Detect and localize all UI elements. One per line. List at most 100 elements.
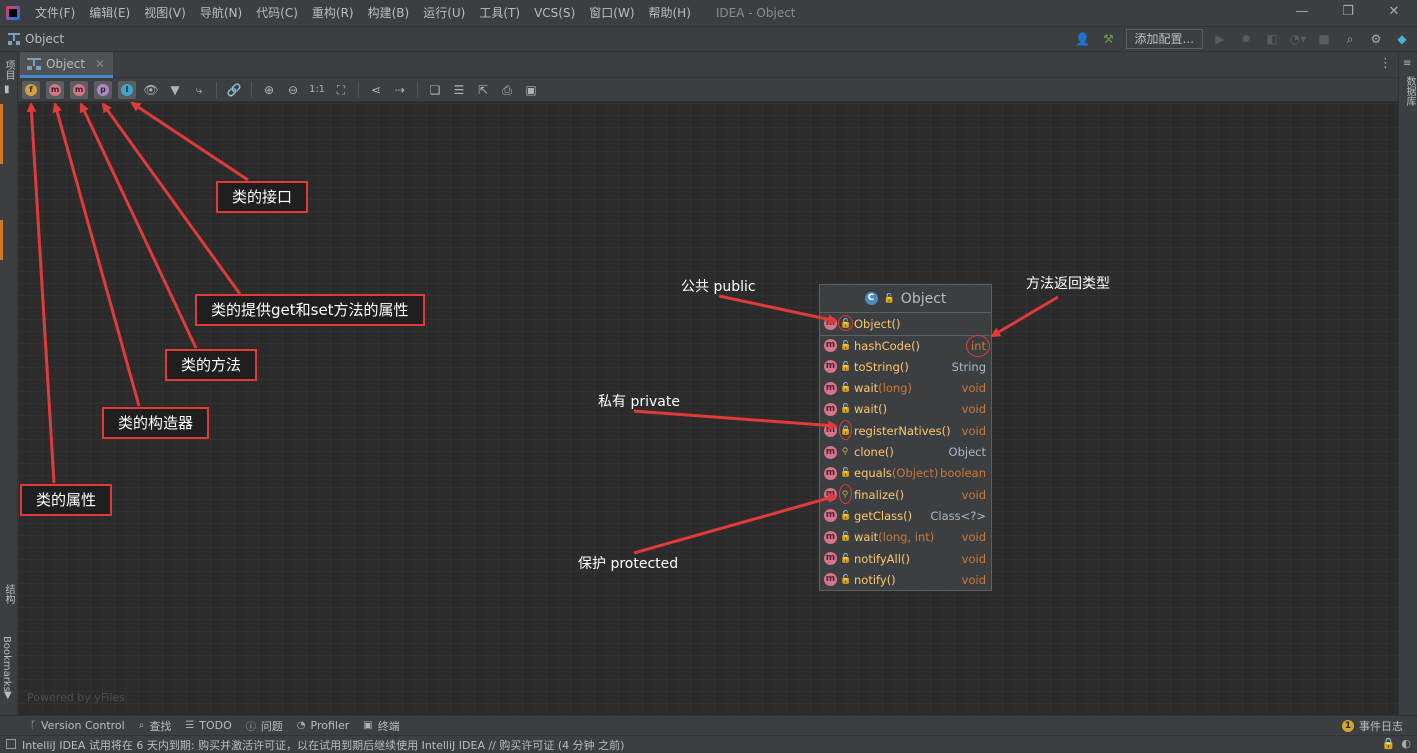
property-icon: p [97, 83, 109, 96]
actual-size-button[interactable]: 1:1 [308, 81, 326, 99]
status-message[interactable]: IntelliJ IDEA 试用将在 6 天内到期: 购买并激活许可证，以在试用… [22, 737, 624, 753]
method-row[interactable]: m ⚲ clone() Object [820, 442, 991, 463]
export-icon[interactable]: ☰ [450, 81, 468, 99]
menu-help[interactable]: 帮助(H) [642, 0, 698, 26]
version-control-tab[interactable]: ᚴ Version Control [30, 719, 125, 732]
lock-icon[interactable]: 🔒 [1382, 737, 1396, 750]
menu-view[interactable]: 视图(V) [137, 0, 193, 26]
method-signature: wait(long) [854, 381, 912, 395]
menu-edit[interactable]: 编辑(E) [82, 0, 137, 26]
filter-icon[interactable]: ▼ [166, 81, 184, 99]
copy-diagram-icon[interactable]: ❏ [426, 81, 444, 99]
method-icon: m [824, 402, 837, 416]
toggle-properties[interactable]: p [94, 80, 112, 99]
minimize-icon[interactable]: — [1279, 0, 1325, 26]
menu-window[interactable]: 窗口(W) [582, 0, 641, 26]
add-configuration-button[interactable]: 添加配置... [1125, 29, 1203, 49]
folder-icon[interactable]: ▮ [4, 84, 10, 95]
method-row[interactable]: m 🔓 wait() void [820, 399, 991, 420]
debug-icon[interactable]: ✹ [1237, 30, 1255, 48]
method-signature: finalize() [854, 488, 904, 502]
menu-build[interactable]: 构建(B) [361, 0, 417, 26]
diagram-icon [8, 33, 20, 45]
return-type: void [961, 530, 986, 545]
menu-code[interactable]: 代码(C) [249, 0, 305, 26]
toolbox-icon[interactable]: ◆ [1393, 30, 1411, 48]
method-row[interactable]: m 🔓 wait(long) void [820, 378, 991, 399]
tab-close-icon[interactable]: ✕ [95, 57, 105, 71]
apply-layout-icon[interactable]: ⇢ [391, 81, 409, 99]
profiler-tab[interactable]: ◔ Profiler [297, 719, 349, 732]
memory-icon[interactable]: ◐ [1401, 737, 1411, 750]
profile-icon[interactable]: ◔▾ [1289, 30, 1307, 48]
method-row[interactable]: m 🔓 equals(Object) boolean [820, 463, 991, 484]
layout-icon[interactable]: ⋖ [367, 81, 385, 99]
edge-route-icon[interactable]: ⤷ [190, 81, 208, 99]
toggle-constructors[interactable]: m [46, 80, 64, 99]
zoom-in-icon[interactable]: ⊕ [260, 81, 278, 99]
method-signature: notifyAll() [854, 552, 910, 566]
method-row[interactable]: m 🔓 toString() String [820, 356, 991, 377]
toggle-methods[interactable]: m [70, 80, 88, 99]
structure-tool-label[interactable]: 结构 [1, 584, 16, 604]
database-tool-label[interactable]: 数据库 [1402, 76, 1417, 106]
menu-run[interactable]: 运行(U) [416, 0, 472, 26]
save-icon[interactable]: ▣ [522, 81, 540, 99]
run-icon[interactable]: ▶ [1211, 30, 1229, 48]
find-tab[interactable]: ⌕ 查找 [139, 718, 172, 734]
method-icon: m [824, 488, 837, 502]
menu-refactor[interactable]: 重构(R) [305, 0, 361, 26]
breadcrumb[interactable]: Object [25, 32, 64, 46]
toggle-inner-classes[interactable]: I [118, 80, 136, 99]
status-toggle-icon[interactable] [6, 739, 16, 749]
method-icon: m [824, 573, 837, 587]
settings-gear-icon[interactable]: ⚙ [1367, 30, 1385, 48]
zoom-out-icon[interactable]: ⊖ [284, 81, 302, 99]
database-icon[interactable]: ≡ [1403, 58, 1411, 69]
method-name: notify [854, 572, 887, 587]
toggle-fields[interactable]: f [22, 80, 40, 99]
return-type: Object [948, 445, 986, 459]
coverage-icon[interactable]: ◧ [1263, 30, 1281, 48]
link-icon[interactable]: 🔗 [225, 81, 243, 99]
diagram-icon [27, 58, 41, 70]
user-icon[interactable]: 👤▾ [1074, 30, 1092, 64]
print-icon[interactable]: ⎙ [498, 81, 516, 99]
open-external-icon[interactable]: ⇱ [474, 81, 492, 99]
method-signature: equals(Object) [854, 466, 938, 480]
tab-object[interactable]: Object ✕ [20, 52, 113, 78]
stop-icon[interactable]: ■ [1315, 30, 1333, 48]
menu-vcs[interactable]: VCS(S) [527, 0, 582, 26]
annotation-field: 类的属性 [20, 484, 113, 516]
restore-icon[interactable]: ❐ [1325, 0, 1371, 26]
terminal-tab[interactable]: ▣ 终端 [363, 718, 399, 734]
todo-tab[interactable]: ☰ TODO [185, 719, 231, 732]
method-name: wait [854, 530, 879, 545]
method-icon: m [824, 424, 837, 438]
menu-navigate[interactable]: 导航(N) [193, 0, 249, 26]
bookmark-icon[interactable]: ▼ [4, 690, 12, 701]
method-signature: hashCode() [854, 339, 920, 353]
menu-file[interactable]: 文件(F) [28, 0, 82, 26]
method-row[interactable]: m 🔓 wait(long, int) void [820, 527, 991, 548]
event-log-tab[interactable]: 1 事件日志 [1342, 718, 1403, 734]
project-tool-label[interactable]: 项目 [1, 60, 16, 80]
public-icon: 🔓 [840, 510, 852, 521]
method-params: () [899, 359, 909, 374]
run-toolbar: 👤▾ ⚒ 添加配置... ▶ ✹ ◧ ◔▾ ■ ⌕ ⚙ ◆ [1074, 29, 1411, 64]
method-row[interactable]: m 🔓 getClass() Class<?> [820, 505, 991, 526]
method-row[interactable]: m 🔓 notifyAll() void [820, 548, 991, 569]
eye-icon[interactable]: 👁 [142, 81, 160, 99]
fit-content-icon[interactable]: ⛶ [332, 81, 350, 99]
project-active-accent [0, 104, 3, 164]
more-options-icon[interactable]: ⋮ [1379, 56, 1392, 71]
close-icon[interactable]: ✕ [1371, 0, 1417, 26]
method-row[interactable]: m 🔓 notify() void [820, 569, 991, 590]
bookmarks-tool-label[interactable]: Bookmarks [1, 636, 12, 692]
search-icon[interactable]: ⌕ [1341, 30, 1359, 48]
problems-tab[interactable]: ⓘ 问题 [246, 718, 283, 734]
return-type: void [961, 381, 986, 396]
build-hammer-icon[interactable]: ⚒ [1100, 30, 1118, 48]
menu-tools[interactable]: 工具(T) [472, 0, 527, 26]
tab-label: Object [46, 57, 86, 71]
